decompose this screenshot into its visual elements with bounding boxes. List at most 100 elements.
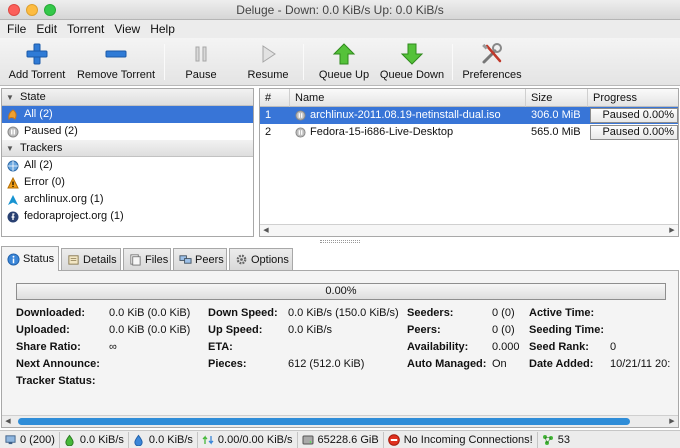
- tab-status[interactable]: Status: [1, 246, 59, 271]
- files-icon: [128, 253, 142, 267]
- tracker-status-label: Tracker Status:: [16, 375, 96, 387]
- remove-torrent-button[interactable]: Remove Torrent: [74, 40, 158, 84]
- add-torrent-button[interactable]: Add Torrent: [4, 40, 70, 84]
- downloaded-value: 0.0 KiB (0.0 KiB): [109, 307, 191, 319]
- downloaded-label: Downloaded:: [16, 307, 86, 319]
- maximize-window-button[interactable]: [44, 4, 56, 16]
- plus-icon: [26, 43, 48, 65]
- down-speed-value: 0.0 KiB/s (150.0 KiB/s): [288, 307, 399, 319]
- status-panel: 0.00% Downloaded: 0.0 KiB (0.0 KiB) Uplo…: [1, 270, 679, 428]
- menu-torrent[interactable]: Torrent: [62, 22, 109, 36]
- pieces-value: 612 (512.0 KiB): [288, 358, 365, 370]
- menu-file[interactable]: File: [2, 22, 31, 36]
- title-bar: Deluge - Down: 0.0 KiB/s Up: 0.0 KiB/s: [0, 0, 680, 20]
- all-icon: [6, 108, 20, 121]
- peers-label: Peers:: [407, 324, 441, 336]
- scroll-right-icon[interactable]: ▶: [666, 416, 678, 427]
- pane-resize-handle[interactable]: [320, 240, 360, 243]
- tab-peers[interactable]: Peers: [173, 248, 227, 270]
- fedora-icon: [6, 210, 20, 223]
- protocol-traffic-indicator[interactable]: 0.00/0.00 KiB/s: [198, 431, 298, 448]
- filter-tracker-fedora[interactable]: fedoraproject.org (1): [2, 208, 253, 225]
- expander-down-icon[interactable]: ▼: [6, 89, 20, 106]
- seeders-value: 0 (0): [492, 307, 515, 319]
- menu-edit[interactable]: Edit: [31, 22, 62, 36]
- filter-tracker-all[interactable]: All (2): [2, 157, 253, 174]
- toolbar-separator: [452, 44, 453, 80]
- pause-button[interactable]: Pause: [180, 40, 222, 84]
- toolbar-separator: [303, 44, 304, 80]
- free-space-indicator[interactable]: 65228.6 GiB: [298, 431, 384, 448]
- trackers-header[interactable]: ▼ Trackers: [2, 140, 253, 157]
- torrent-size: 565.0 MiB: [531, 126, 581, 138]
- state-header[interactable]: ▼ State: [2, 89, 253, 106]
- up-speed-label: Up Speed:: [208, 324, 263, 336]
- date-added-label: Date Added:: [529, 358, 594, 370]
- scroll-right-icon[interactable]: ▶: [666, 225, 678, 236]
- close-window-button[interactable]: [8, 4, 20, 16]
- connections-icon: [4, 434, 16, 446]
- menu-view[interactable]: View: [109, 22, 145, 36]
- column-header-progress[interactable]: Progress: [588, 89, 678, 107]
- tab-options[interactable]: Options: [229, 248, 293, 270]
- uploaded-value: 0.0 KiB (0.0 KiB): [109, 324, 191, 336]
- torrent-row[interactable]: 2 Fedora-15-i686-Live-Desktop 565.0 MiB …: [260, 124, 678, 141]
- filter-tracker-archlinux[interactable]: archlinux.org (1): [2, 191, 253, 208]
- incoming-connections-indicator[interactable]: No Incoming Connections!: [384, 431, 538, 448]
- seed-rank-value: 0: [610, 341, 617, 353]
- toolbar-separator: [164, 44, 165, 80]
- details-icon: [66, 253, 80, 267]
- options-gear-icon: [234, 253, 248, 267]
- uploaded-label: Uploaded:: [16, 324, 70, 336]
- down-speed-label: Down Speed:: [208, 307, 278, 319]
- resume-button[interactable]: Resume: [244, 40, 292, 84]
- torrent-name: Fedora-15-i686-Live-Desktop: [310, 126, 454, 138]
- peers-value: 0 (0): [492, 324, 515, 336]
- menu-bar: File Edit Torrent View Help: [0, 20, 680, 38]
- scroll-left-icon[interactable]: ◀: [2, 416, 14, 427]
- torrent-list-scrollbar[interactable]: ◀ ▶: [260, 224, 678, 236]
- queue-down-button[interactable]: Queue Down: [378, 40, 446, 84]
- tab-files[interactable]: Files: [123, 248, 171, 270]
- active-time-label: Active Time:: [529, 307, 595, 319]
- dht-nodes-indicator[interactable]: 53: [538, 432, 574, 448]
- download-speed-icon: [64, 434, 76, 446]
- torrent-row[interactable]: 1 archlinux-2011.08.19-netinstall-dual.i…: [260, 107, 678, 124]
- torrent-progress-bar: 0.00%: [16, 283, 666, 300]
- availability-label: Availability:: [407, 341, 469, 353]
- filter-tracker-error[interactable]: Error (0): [2, 174, 253, 191]
- torrent-name: archlinux-2011.08.19-netinstall-dual.iso: [310, 109, 501, 121]
- availability-value: 0.000: [492, 341, 520, 353]
- protocol-traffic-icon: [202, 434, 214, 446]
- scroll-left-icon[interactable]: ◀: [260, 225, 272, 236]
- filter-sidebar: ▼ State All (2) Paused (2) ▼ Trackers Al…: [1, 88, 254, 237]
- download-speed-indicator[interactable]: 0.0 KiB/s: [60, 431, 129, 448]
- arrow-down-icon: [400, 43, 424, 65]
- tab-details[interactable]: Details: [61, 248, 121, 270]
- minus-icon: [105, 50, 127, 58]
- connections-indicator[interactable]: 0 (200): [0, 431, 60, 448]
- torrent-progress-bar: Paused 0.00%: [590, 108, 678, 123]
- preferences-button[interactable]: Preferences: [460, 40, 524, 84]
- expander-down-icon[interactable]: ▼: [6, 140, 20, 157]
- menu-help[interactable]: Help: [145, 22, 180, 36]
- column-header-name[interactable]: Name: [290, 89, 526, 107]
- paused-icon: [295, 110, 306, 121]
- status-bar: 0 (200) 0.0 KiB/s 0.0 KiB/s 0.00/0.00 Ki…: [0, 430, 680, 448]
- info-icon: [6, 252, 20, 266]
- filter-state-paused[interactable]: Paused (2): [2, 123, 253, 140]
- queue-up-button[interactable]: Queue Up: [316, 40, 372, 84]
- upload-speed-indicator[interactable]: 0.0 KiB/s: [129, 431, 198, 448]
- minimize-window-button[interactable]: [26, 4, 38, 16]
- share-ratio-value: ∞: [109, 341, 117, 353]
- torrent-progress-bar: Paused 0.00%: [590, 125, 678, 140]
- column-header-number[interactable]: #: [260, 89, 290, 107]
- status-panel-scrollbar[interactable]: ◀ ▶: [2, 415, 678, 427]
- filter-state-all[interactable]: All (2): [2, 106, 253, 123]
- column-header-size[interactable]: Size: [526, 89, 588, 107]
- torrent-name-cell: Fedora-15-i686-Live-Desktop: [290, 124, 526, 141]
- window-title: Deluge - Down: 0.0 KiB/s Up: 0.0 KiB/s: [236, 3, 444, 17]
- scrollbar-thumb[interactable]: [18, 418, 630, 425]
- torrent-number: 2: [265, 126, 272, 138]
- pieces-label: Pieces:: [208, 358, 247, 370]
